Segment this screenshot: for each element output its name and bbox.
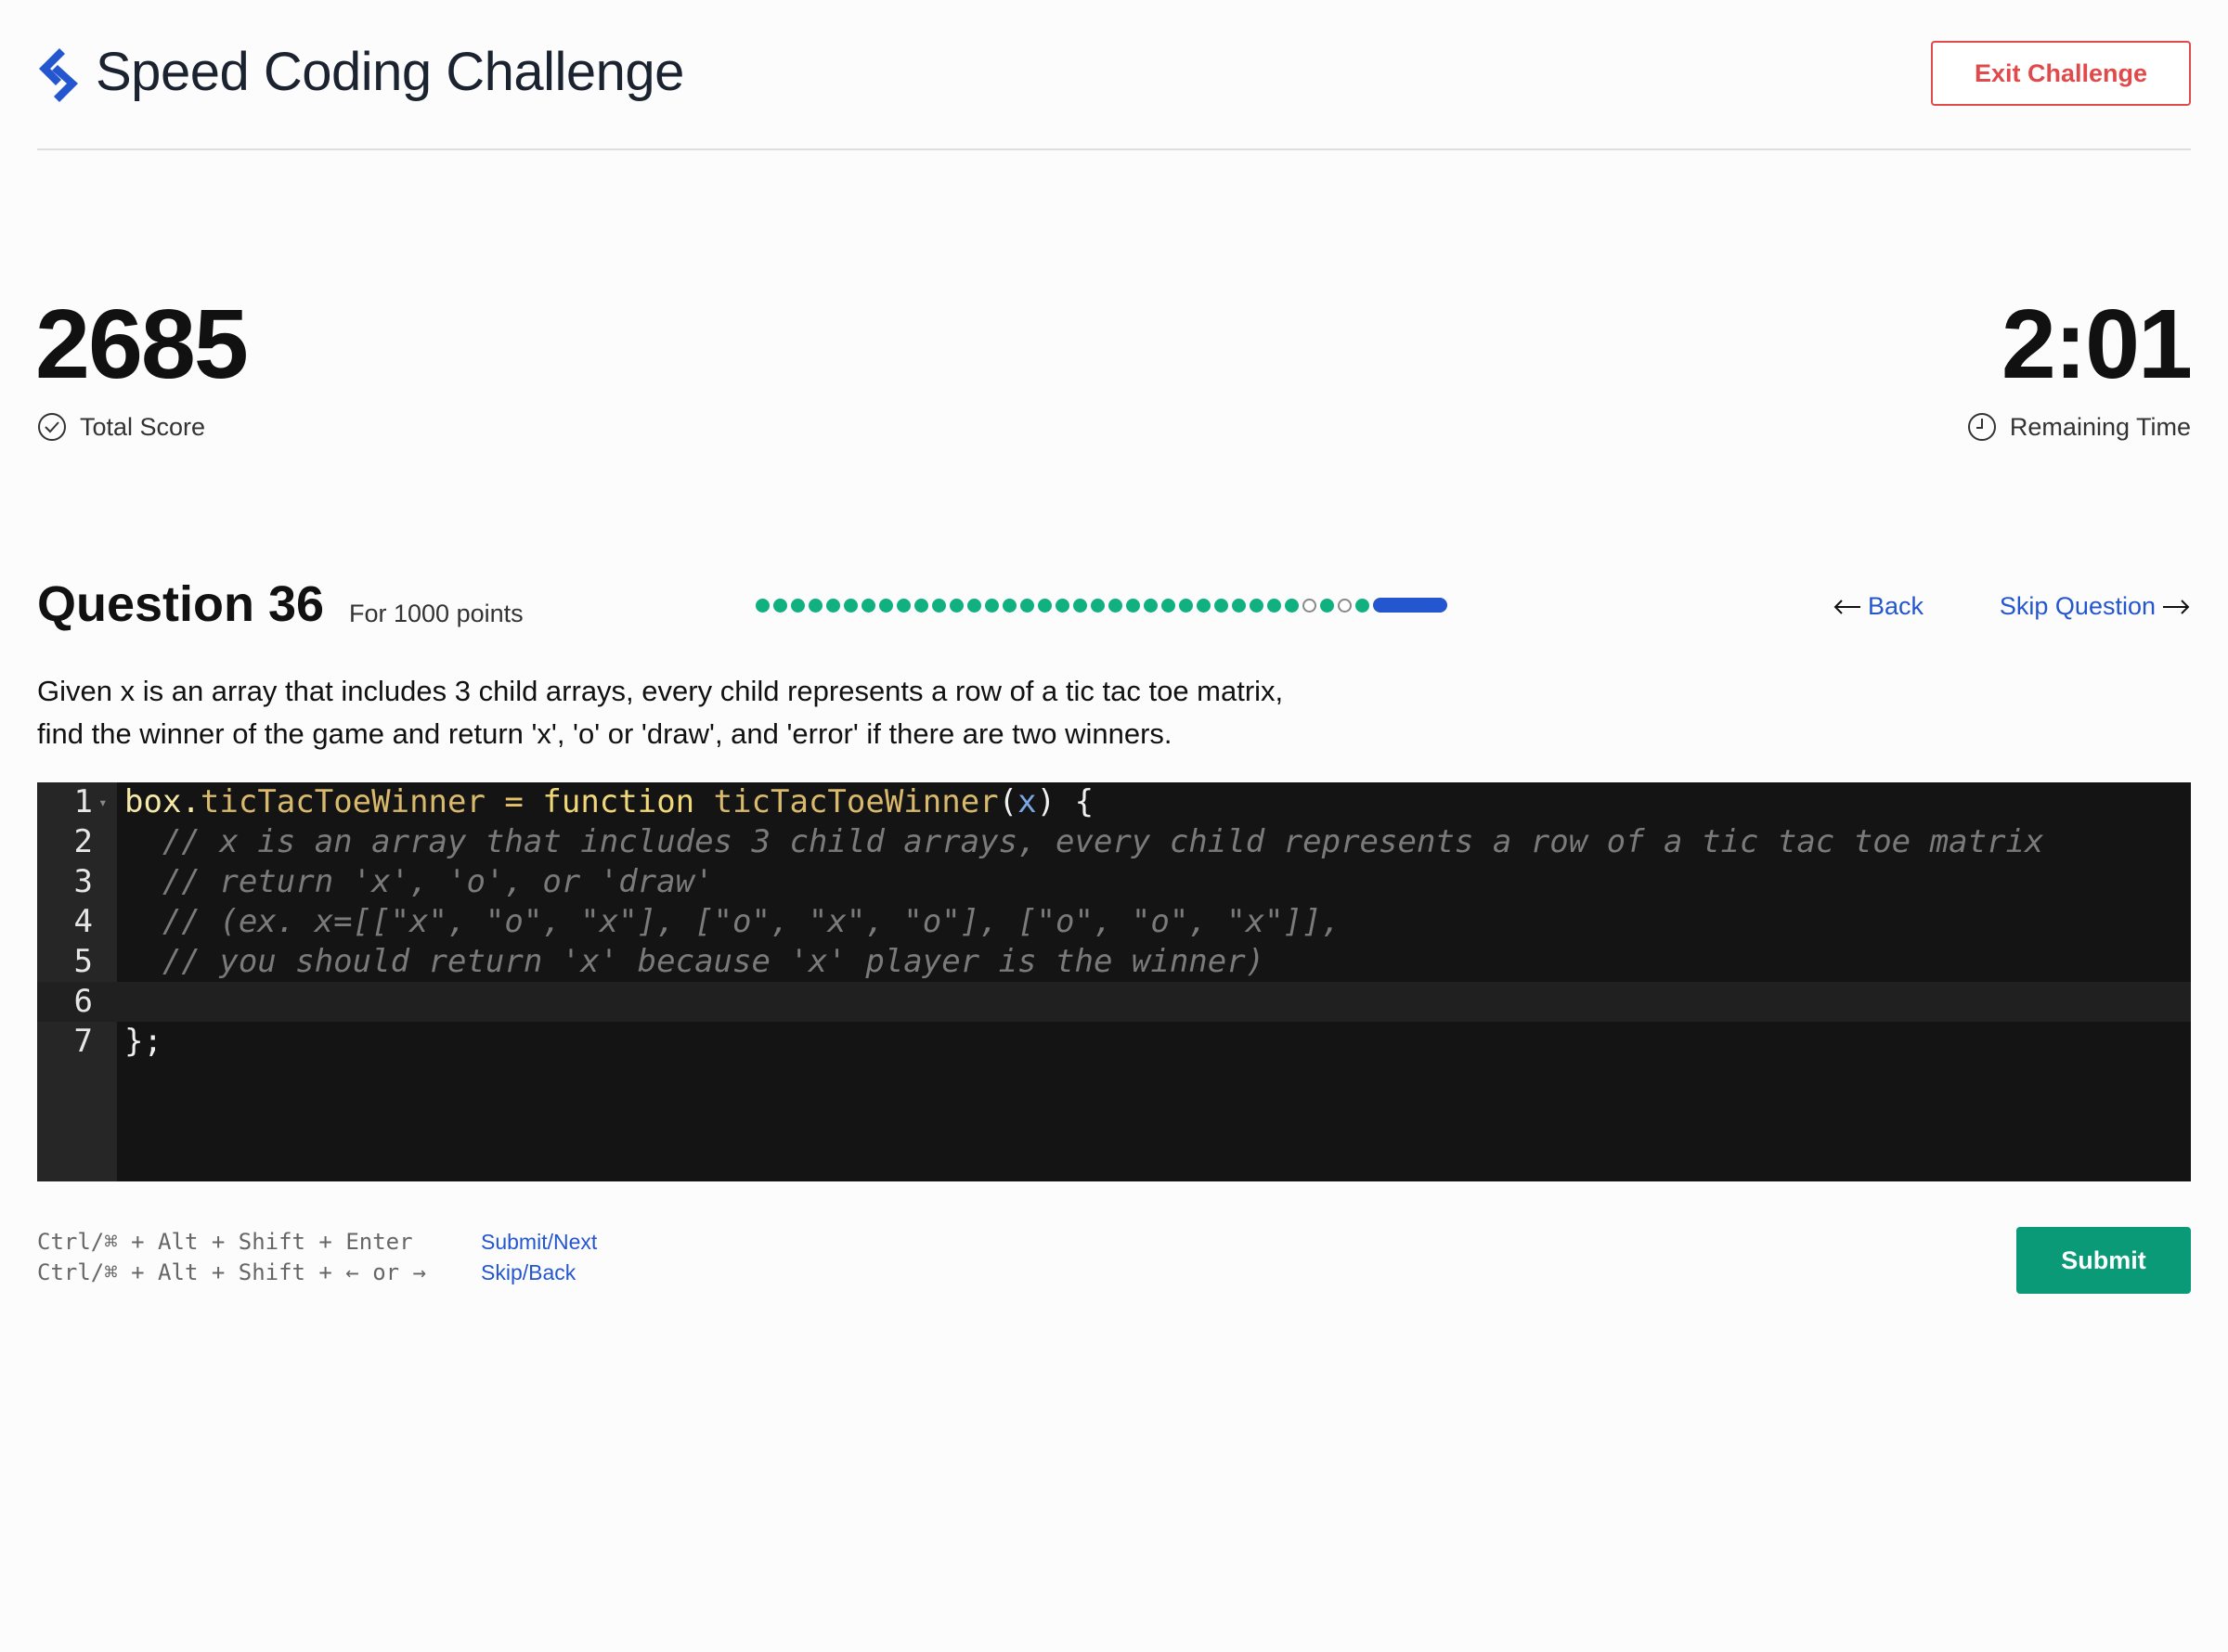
arrow-left-icon [1833,599,1860,614]
progress-dot-done [1320,598,1334,613]
progress-dot-done [879,598,893,613]
progress-dot-done [897,598,911,613]
progress-dot-done [1091,598,1105,613]
clock-icon [1967,413,1996,441]
progress-dot-done [1144,598,1158,613]
progress-dot-done [1267,598,1281,613]
question-description: Given x is an array that includes 3 chil… [37,670,1374,755]
progress-dot-done [826,598,840,613]
toptal-logo-icon [39,48,78,102]
line-number: 3 [73,863,93,900]
back-label: Back [1868,592,1924,620]
progress-dot-done [1108,598,1122,613]
arrow-right-icon [2163,599,2190,614]
progress-dot-done [932,598,946,613]
code-text: }; [124,1023,162,1060]
question-title: Question 36 [37,576,325,632]
remaining-time-label: Remaining Time [2009,412,2191,441]
progress-dot-done [1285,598,1299,613]
shortcut-submit-link[interactable]: Submit/Next [481,1227,597,1258]
progress-dot-done [1355,598,1369,613]
code-line-7[interactable]: 7 }; [37,1022,2191,1062]
code-token: ticTacToeWinner [200,783,486,820]
code-token: function [542,783,695,820]
progress-dot-done [914,598,928,613]
line-number: 2 [73,823,93,860]
progress-dot-done [756,598,770,613]
code-token: = [485,783,543,820]
code-text: // return 'x', 'o', or 'draw' [124,863,714,900]
line-number: 1 [73,783,93,820]
progress-dot-done [791,598,805,613]
line-number: 4 [73,903,93,940]
progress-dot-done [1038,598,1052,613]
shortcut-skip-keys: Ctrl/⌘ + Alt + Shift + ← or → [37,1259,427,1285]
progress-dot-done [1179,598,1193,613]
progress-dot-current [1373,598,1447,613]
total-score-label-row: Total Score [37,412,205,442]
check-circle-icon [38,413,66,441]
header: Speed Coding Challenge Exit Challenge [37,0,2191,150]
code-line-3[interactable]: 3 // return 'x', 'o', or 'draw' [37,862,2191,902]
code-token: . [181,783,201,820]
code-editor[interactable]: 1 ▾ box.ticTacToeWinner = function ticTa… [37,782,2191,1181]
total-score-value: 2685 [35,290,249,399]
code-token: ticTacToeWinner [694,783,999,820]
progress-dot-done [844,598,858,613]
line-number: 6 [73,983,93,1020]
code-token: box [124,783,182,820]
code-text: box.ticTacToeWinner = function ticTacToe… [124,782,1094,822]
shortcut-skip-row: Ctrl/⌘ + Alt + Shift + ← or → Skip/Back [37,1258,780,1288]
total-score-label: Total Score [80,412,206,441]
progress-dot-done [773,598,787,613]
submit-button[interactable]: Submit [2016,1227,2191,1294]
progress-dot-done [861,598,875,613]
code-line-1[interactable]: 1 ▾ box.ticTacToeWinner = function ticTa… [37,782,2191,822]
code-line-4[interactable]: 4 // (ex. x=[["x", "o", "x"], ["o", "x",… [37,902,2191,942]
code-token: ) { [1036,783,1095,820]
fold-arrow-icon[interactable]: ▾ [98,782,108,822]
line-number: 7 [73,1023,93,1060]
shortcut-submit-keys: Ctrl/⌘ + Alt + Shift + Enter [37,1229,413,1255]
shortcut-submit-row: Ctrl/⌘ + Alt + Shift + Enter Submit/Next [37,1227,780,1258]
progress-dot-done [1003,598,1017,613]
question-points: For 1000 points [349,600,524,627]
progress-dot-done [1073,598,1087,613]
progress-dot-done [809,598,823,613]
skip-question-label: Skip Question [1999,592,2156,620]
progress-dot-skip [1338,598,1352,613]
line-number: 5 [73,943,93,980]
progress-dot-done [1197,598,1211,613]
progress-dot-done [1250,598,1263,613]
progress-dot-done [950,598,964,613]
skip-question-button[interactable]: Skip Question [2000,592,2191,621]
progress-dot-done [1056,598,1069,613]
progress-dot-done [985,598,999,613]
progress-dot-done [1126,598,1140,613]
progress-dot-skip [1302,598,1316,613]
app-title: Speed Coding Challenge [96,42,684,102]
code-line-5[interactable]: 5 // you should return 'x' because 'x' p… [37,942,2191,982]
code-text: // (ex. x=[["x", "o", "x"], ["o", "x", "… [124,903,1341,940]
code-token: ( [998,783,1018,820]
remaining-time-label-row: Remaining Time [1967,412,2191,442]
description-line-2: find the winner of the game and return '… [37,717,1172,750]
progress-dot-done [967,598,981,613]
progress-dot-done [1214,598,1228,613]
exit-challenge-button[interactable]: Exit Challenge [1931,41,2191,106]
progress-dot-done [1232,598,1246,613]
back-button[interactable]: Back [1833,592,1924,621]
code-line-2[interactable]: 2 // x is an array that includes 3 child… [37,822,2191,862]
code-text: // you should return 'x' because 'x' pla… [124,943,1265,980]
code-text: // x is an array that includes 3 child a… [124,823,2044,860]
progress-dot-done [1020,598,1034,613]
progress-dot-done [1161,598,1175,613]
keyboard-shortcuts: Ctrl/⌘ + Alt + Shift + Enter Submit/Next… [37,1227,780,1288]
shortcut-skip-link[interactable]: Skip/Back [481,1258,576,1288]
code-line-6-active[interactable]: 6 [37,982,2191,1022]
description-line-1: Given x is an array that includes 3 chil… [37,675,1284,707]
remaining-time-value: 2:01 [2001,290,2193,399]
question-progress-bar [756,596,1447,614]
code-token: x [1017,783,1037,820]
